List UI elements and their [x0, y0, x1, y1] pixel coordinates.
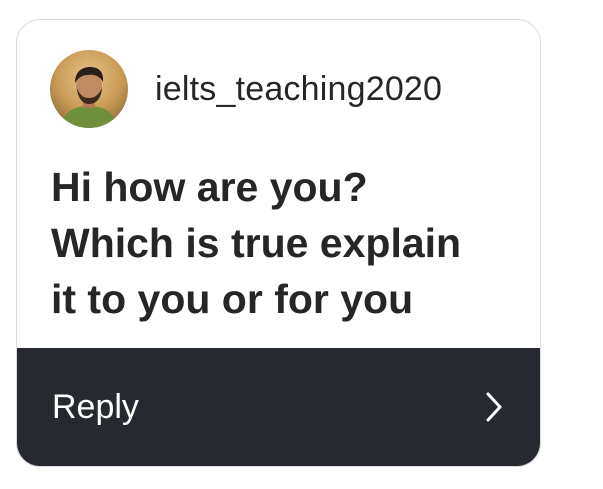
avatar-photo-icon [50, 50, 128, 128]
reply-label: Reply [52, 387, 139, 426]
message-line: Which is true explain [51, 220, 462, 266]
sender-header: ielts_teaching2020 [50, 49, 442, 129]
sender-username[interactable]: ielts_teaching2020 [155, 70, 442, 109]
message-notification-card[interactable]: ielts_teaching2020 Hi how are you? Which… [16, 19, 541, 467]
chevron-right-icon [484, 391, 504, 423]
avatar[interactable] [50, 50, 128, 128]
message-text: Hi how are you? Which is true explain it… [51, 159, 521, 327]
reply-button[interactable]: Reply [17, 348, 540, 466]
message-line: it to you or for you [51, 276, 414, 322]
message-line: Hi how are you? [51, 164, 368, 210]
